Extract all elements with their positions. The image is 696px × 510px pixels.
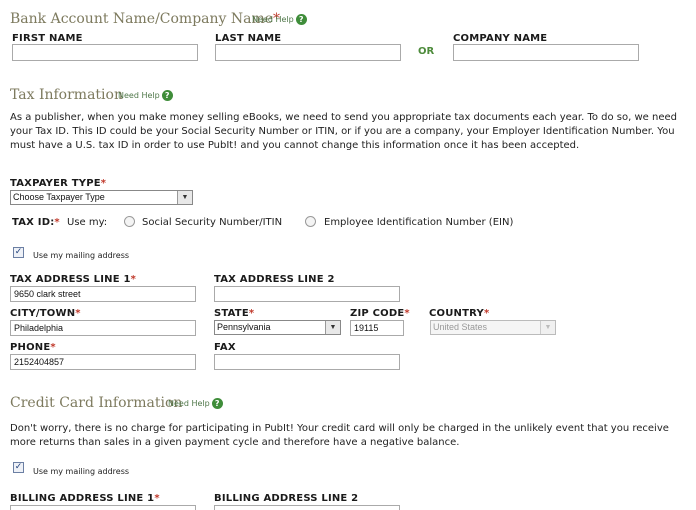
or-separator: OR: [418, 46, 435, 57]
country-label: COUNTRY*: [429, 308, 490, 319]
help-icon: ?: [161, 90, 173, 101]
phone-label: PHONE*: [10, 342, 56, 353]
tax-use-mailing-checkbox[interactable]: ✓: [13, 247, 24, 258]
billing-address-line1-label: BILLING ADDRESS LINE 1*: [10, 493, 160, 504]
tax-id-use-my: Use my:: [67, 217, 108, 228]
city-label: CITY/TOWN*: [10, 308, 81, 319]
state-label: STATE*: [214, 308, 255, 319]
billing-address-line2-input[interactable]: [214, 505, 400, 510]
ein-label: Employee Identification Number (EIN): [324, 217, 514, 228]
company-name-label: COMPANY NAME: [453, 33, 548, 44]
tax-address-line1-label: TAX ADDRESS LINE 1*: [10, 274, 137, 285]
state-select[interactable]: Pennsylvania ▼: [214, 320, 341, 335]
tax-section-title: Tax Information: [10, 87, 123, 103]
company-name-input[interactable]: [453, 44, 639, 61]
first-name-input[interactable]: [12, 44, 198, 61]
phone-input[interactable]: 2152404857: [10, 354, 196, 370]
zip-label: ZIP CODE*: [350, 308, 410, 319]
tax-address-line2-input[interactable]: [214, 286, 400, 302]
last-name-label: LAST NAME: [215, 33, 282, 44]
chevron-down-icon: ▼: [325, 321, 340, 334]
fax-label: FAX: [214, 342, 236, 353]
card-description: Don't worry, there is no charge for part…: [10, 423, 669, 448]
city-input[interactable]: Philadelphia: [10, 320, 196, 336]
zip-input[interactable]: 19115: [350, 320, 404, 336]
taxpayer-type-select[interactable]: Choose Taxpayer Type ▼: [10, 190, 193, 205]
tax-description: As a publisher, when you make money sell…: [10, 112, 677, 151]
ssn-radio[interactable]: [124, 216, 135, 227]
first-name-label: FIRST NAME: [12, 33, 83, 44]
bank-need-help-link[interactable]: Need Help?: [252, 14, 307, 25]
card-need-help-link[interactable]: Need Help?: [168, 398, 223, 409]
taxpayer-type-label: TAXPAYER TYPE*: [10, 178, 107, 189]
chevron-down-icon: ▼: [177, 191, 192, 204]
tax-id-label: TAX ID:*: [12, 217, 60, 228]
help-icon: ?: [295, 14, 307, 25]
fax-input[interactable]: [214, 354, 400, 370]
country-select[interactable]: United States ▼: [430, 320, 556, 335]
tax-use-mailing-label: Use my mailing address: [33, 251, 130, 260]
tax-address-line2-label: TAX ADDRESS LINE 2: [214, 274, 335, 285]
bank-section-title: Bank Account Name/Company Name*: [10, 11, 281, 27]
card-use-mailing-checkbox[interactable]: ✓: [13, 462, 24, 473]
tax-need-help-link[interactable]: Need Help?: [118, 90, 173, 101]
card-use-mailing-label: Use my mailing address: [33, 467, 130, 476]
ein-radio[interactable]: [305, 216, 316, 227]
ssn-label: Social Security Number/ITIN: [142, 217, 283, 228]
card-section-title: Credit Card Information: [10, 395, 183, 411]
last-name-input[interactable]: [215, 44, 401, 61]
chevron-down-icon: ▼: [540, 321, 555, 334]
tax-address-line1-input[interactable]: 9650 clark street: [10, 286, 196, 302]
billing-address-line1-input[interactable]: [10, 505, 196, 510]
help-icon: ?: [211, 398, 223, 409]
billing-address-line2-label: BILLING ADDRESS LINE 2: [214, 493, 359, 504]
